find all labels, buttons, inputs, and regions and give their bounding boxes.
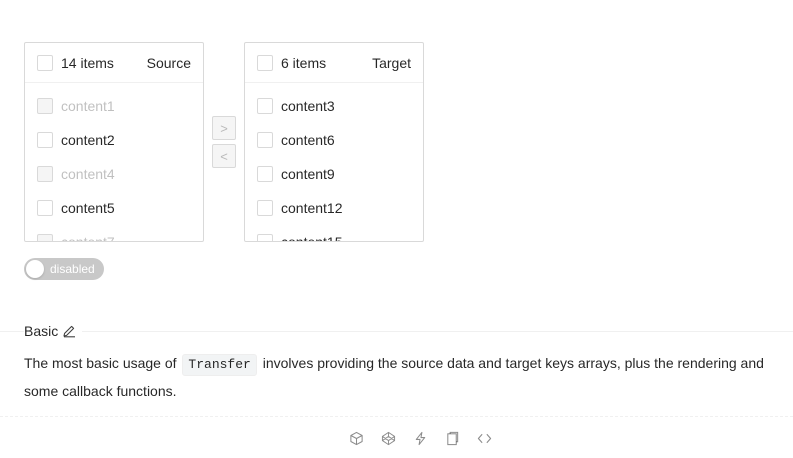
source-items: content1 content2 content4 content5 cont… — [25, 83, 203, 242]
list-item[interactable]: content3 — [245, 89, 423, 123]
item-checkbox[interactable] — [257, 166, 273, 182]
item-checkbox[interactable] — [37, 132, 53, 148]
item-label: content7 — [61, 234, 115, 242]
list-item: content7 — [25, 225, 203, 242]
disabled-switch[interactable]: disabled — [24, 258, 104, 280]
move-to-source-button[interactable]: < — [212, 144, 236, 168]
list-item[interactable]: content5 — [25, 191, 203, 225]
item-checkbox — [37, 234, 53, 241]
item-label: content6 — [281, 132, 335, 148]
target-select-all-checkbox[interactable] — [257, 54, 273, 71]
source-title: Source — [146, 54, 191, 71]
switch-label: disabled — [50, 262, 95, 276]
item-checkbox — [37, 98, 53, 114]
source-count: 14 items — [61, 54, 114, 71]
item-label: content5 — [61, 200, 115, 216]
inline-code: Transfer — [182, 354, 257, 376]
target-list-header: 6 items Target — [245, 43, 423, 83]
list-item[interactable]: content9 — [245, 157, 423, 191]
transfer: 14 items Source content1 content2 conten… — [24, 42, 424, 242]
item-label: content2 — [61, 132, 115, 148]
item-label: content3 — [281, 98, 335, 114]
section-heading: Basic — [24, 323, 83, 339]
target-items: content3 content6 content9 content12 con… — [245, 83, 423, 242]
item-checkbox[interactable] — [257, 98, 273, 114]
list-item: content1 — [25, 89, 203, 123]
item-checkbox[interactable] — [257, 132, 273, 148]
source-select-all-checkbox[interactable] — [37, 54, 53, 71]
item-label: content12 — [281, 200, 343, 216]
item-label: content1 — [61, 98, 115, 114]
code-actions — [340, 428, 500, 448]
desc-text-before: The most basic usage of — [24, 355, 177, 371]
item-label: content9 — [281, 166, 335, 182]
item-checkbox[interactable] — [257, 234, 273, 241]
item-checkbox — [37, 166, 53, 182]
source-list-header: 14 items Source — [25, 43, 203, 83]
target-title: Target — [372, 54, 411, 71]
source-list: 14 items Source content1 content2 conten… — [24, 42, 204, 242]
list-item[interactable]: content6 — [245, 123, 423, 157]
section-title: Basic — [24, 323, 59, 339]
codesandbox-icon[interactable] — [340, 428, 372, 448]
list-item[interactable]: content2 — [25, 123, 203, 157]
list-item[interactable]: content12 — [245, 191, 423, 225]
section-description: The most basic usage of Transfer involve… — [24, 349, 774, 405]
stackblitz-icon[interactable] — [404, 428, 436, 448]
move-to-target-button[interactable]: > — [212, 116, 236, 140]
edit-icon[interactable] — [62, 324, 76, 338]
copy-icon[interactable] — [436, 428, 468, 448]
actions-divider — [0, 416, 793, 417]
item-checkbox[interactable] — [257, 200, 273, 216]
item-label: content4 — [61, 166, 115, 182]
item-label: content15 — [281, 234, 343, 242]
item-checkbox[interactable] — [37, 200, 53, 216]
code-expand-icon[interactable] — [468, 428, 500, 448]
transfer-operations: > < — [204, 42, 244, 172]
target-list: 6 items Target content3 content6 content… — [244, 42, 424, 242]
codepen-icon[interactable] — [372, 428, 404, 448]
list-item[interactable]: content15 — [245, 225, 423, 242]
target-count: 6 items — [281, 54, 327, 71]
list-item: content4 — [25, 157, 203, 191]
switch-knob — [26, 260, 44, 278]
section-divider — [0, 331, 793, 332]
